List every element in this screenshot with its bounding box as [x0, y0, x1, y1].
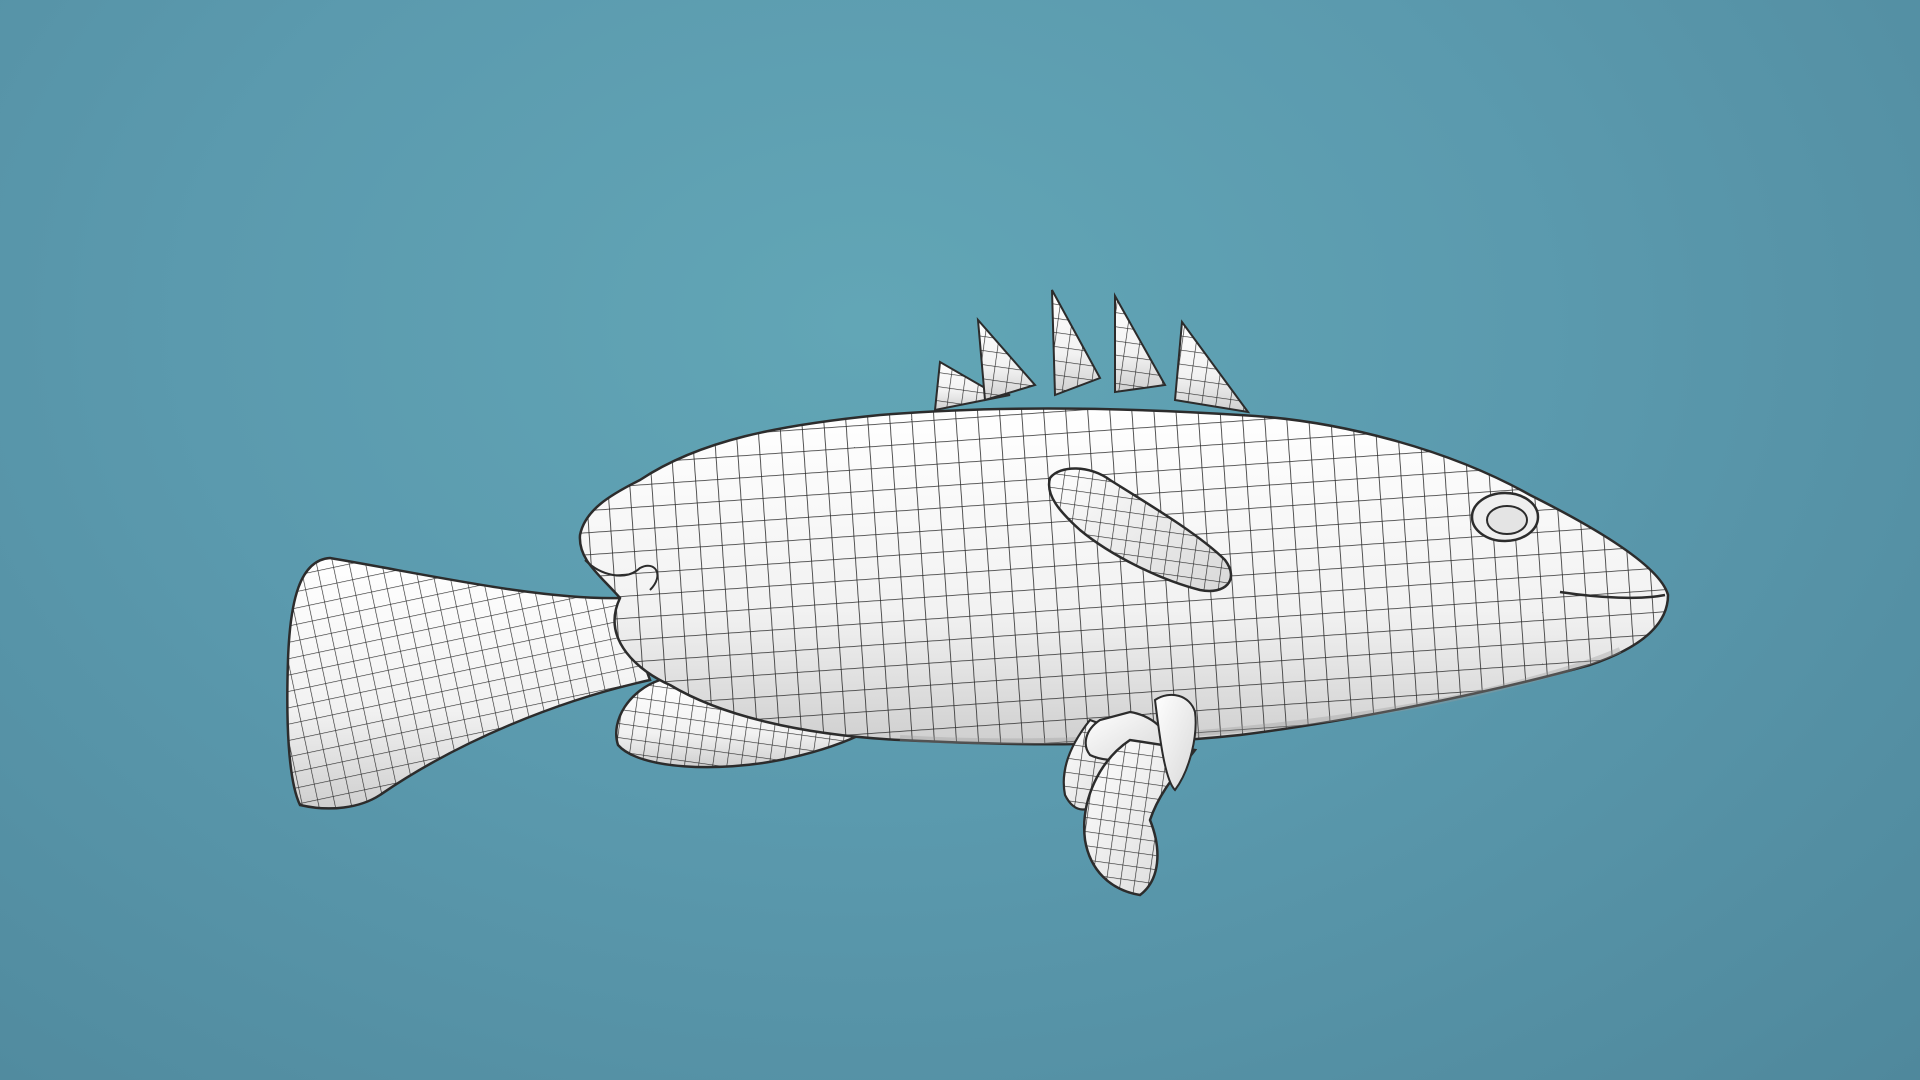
eye — [1470, 491, 1540, 543]
tail-fin — [286, 556, 652, 810]
fish-body — [578, 407, 1670, 746]
dorsal-fin-spines — [933, 289, 1251, 414]
fish-wireframe-model — [286, 289, 1670, 897]
render-viewport — [0, 0, 1920, 1080]
